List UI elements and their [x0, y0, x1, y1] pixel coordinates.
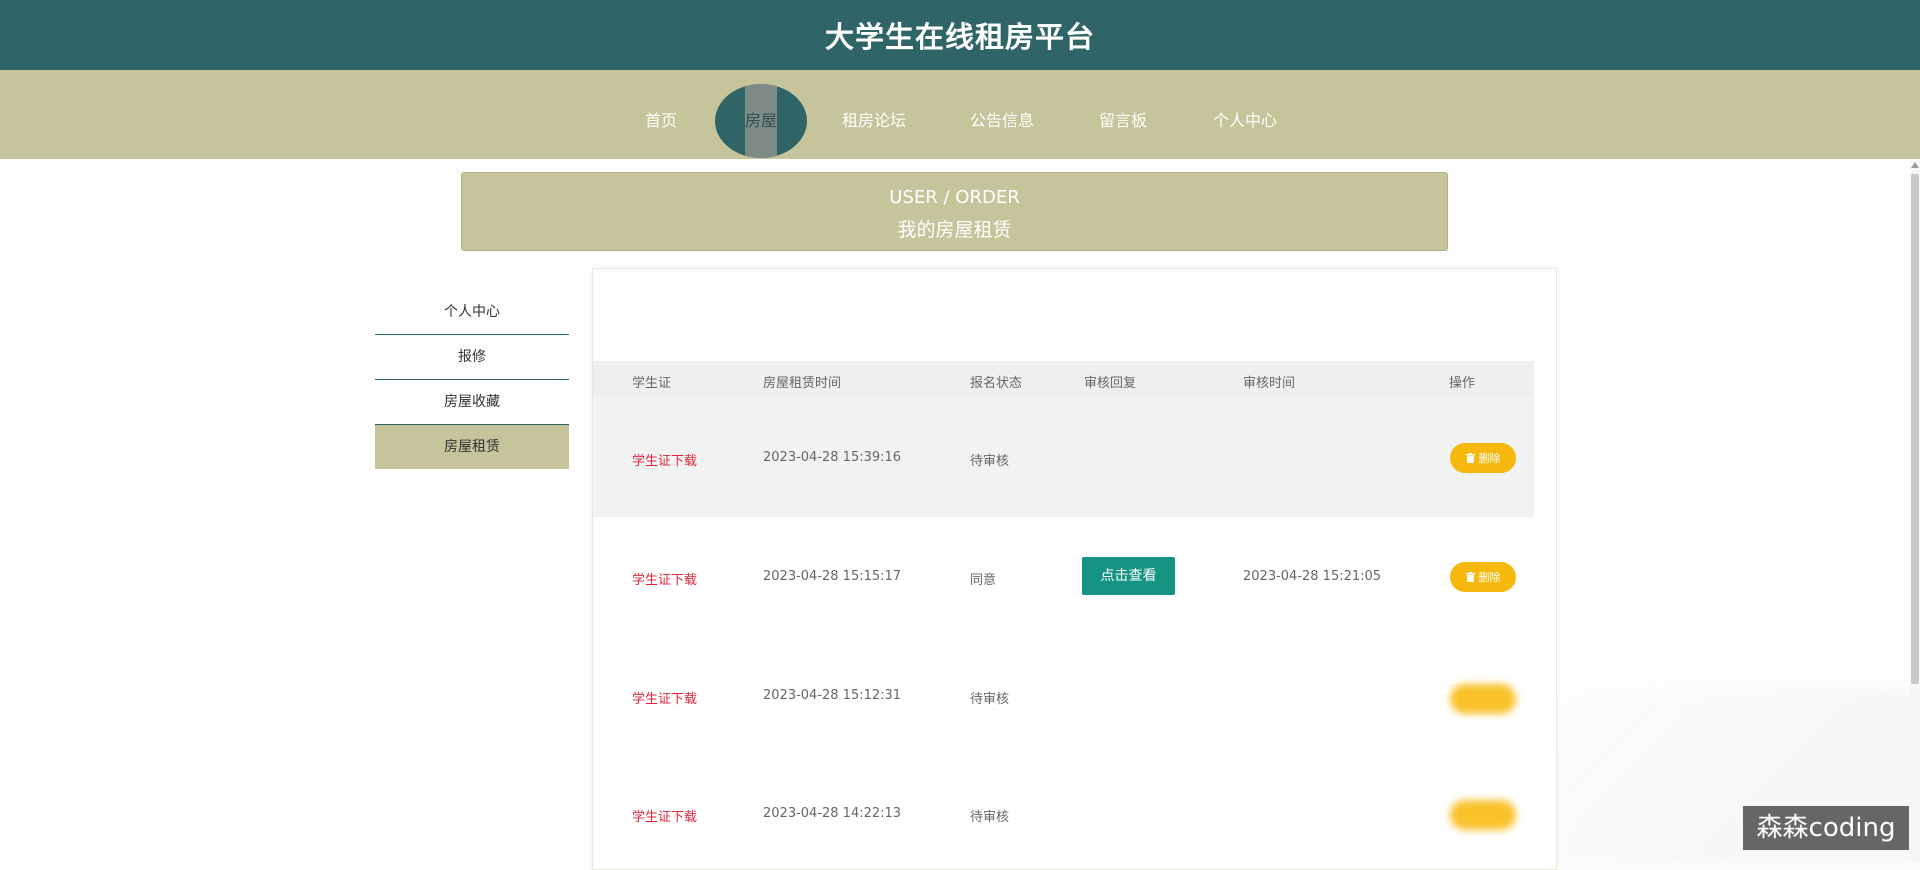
status: 同意: [970, 573, 997, 588]
watermark: 森森coding: [1743, 806, 1909, 850]
banner-title: 我的房屋租赁: [897, 219, 1012, 241]
table-row-highlight: [593, 397, 1534, 517]
column-header-review-time: 审核时间: [1243, 376, 1296, 391]
delete-button[interactable]: [1450, 684, 1516, 714]
column-header-rent-time: 房屋租赁时间: [763, 376, 842, 391]
nav-announcements[interactable]: 公告信息: [960, 70, 1044, 159]
view-reply-button[interactable]: 点击查看: [1082, 557, 1175, 595]
main-nav: 首页 租房论坛 公告信息 留言板 个人中心: [0, 70, 1920, 159]
rent-time: 2023-04-28 14:22:13: [763, 806, 902, 821]
nav-message-board[interactable]: 留言板: [1088, 70, 1158, 159]
review-time: 2023-04-28 15:21:05: [1243, 569, 1382, 584]
status: 待审核: [970, 810, 1010, 825]
rent-time: 2023-04-28 15:39:16: [763, 450, 902, 465]
nav-personal-center[interactable]: 个人中心: [1203, 70, 1287, 159]
nav-houses[interactable]: 房屋: [715, 84, 807, 158]
column-header-actions: 操作: [1449, 376, 1476, 391]
delete-button-label: 删除: [1478, 452, 1501, 465]
column-header-student-id: 学生证: [632, 376, 672, 391]
status: 待审核: [970, 692, 1010, 707]
app-title: 大学生在线租房平台: [0, 0, 1920, 70]
delete-button[interactable]: 删除: [1450, 562, 1516, 592]
sidebar-item-personal-center[interactable]: 个人中心: [375, 290, 569, 335]
status: 待审核: [970, 454, 1010, 469]
delete-button-label: 删除: [1478, 571, 1501, 584]
student-id-download-link[interactable]: 学生证下载: [632, 688, 697, 707]
delete-button[interactable]: 删除: [1450, 443, 1516, 473]
rent-time: 2023-04-28 15:15:17: [763, 569, 902, 584]
student-id-download-link[interactable]: 学生证下载: [632, 806, 697, 825]
sidebar-item-rentals[interactable]: 房屋租赁: [375, 425, 569, 469]
nav-home[interactable]: 首页: [630, 70, 692, 159]
rent-time: 2023-04-28 15:12:31: [763, 688, 902, 703]
sidebar-item-repair[interactable]: 报修: [375, 335, 569, 380]
nav-forum[interactable]: 租房论坛: [832, 70, 916, 159]
banner-subtitle-en: USER / ORDER: [889, 187, 1020, 208]
trash-icon: [1465, 572, 1475, 582]
sidebar-item-favorites[interactable]: 房屋收藏: [375, 380, 569, 425]
trash-icon: [1465, 453, 1475, 463]
column-header-status: 报名状态: [970, 376, 1023, 391]
page-banner: USER / ORDER 我的房屋租赁: [461, 172, 1448, 251]
student-id-download-link[interactable]: 学生证下载: [632, 450, 697, 469]
table-header: [593, 361, 1534, 397]
student-id-download-link[interactable]: 学生证下载: [632, 569, 697, 588]
sidebar-menu: 个人中心 报修 房屋收藏 房屋租赁: [375, 290, 569, 469]
delete-button[interactable]: [1450, 800, 1516, 830]
content-panel: [592, 268, 1557, 870]
scroll-up-icon[interactable]: [1911, 162, 1919, 168]
nav-houses-label: 房屋: [744, 111, 777, 130]
column-header-reply: 审核回复: [1084, 376, 1137, 391]
scrollbar-thumb[interactable]: [1911, 174, 1919, 684]
